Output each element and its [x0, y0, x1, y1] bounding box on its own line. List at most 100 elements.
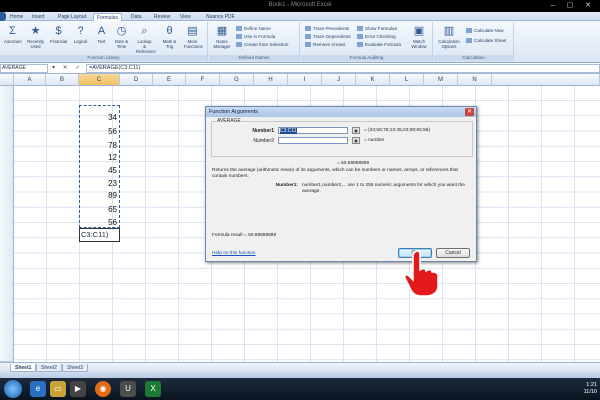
column-header-c[interactable]: C [79, 74, 120, 86]
range-select-icon: ▣ [354, 128, 358, 133]
math-trig-button[interactable]: θ Math & Trig [161, 24, 178, 52]
column-header-b[interactable]: B [46, 74, 79, 86]
error-checking-button[interactable]: Error Checking [357, 33, 396, 40]
selection-marquee [79, 105, 120, 228]
number1-label: Number1 [252, 128, 274, 134]
column-header-h[interactable]: H [254, 74, 288, 86]
lookup-reference-button[interactable]: ⌕ Lookup & Reference [136, 24, 156, 54]
window-title-bar: Book1 - Microsoft Excel – ▢ ✕ [0, 0, 600, 12]
tab-nuance-pdf[interactable]: Nuance PDF [203, 13, 238, 21]
start-button[interactable] [4, 380, 22, 398]
column-header-d[interactable]: D [120, 74, 153, 86]
number1-collapse-button[interactable]: ▣ [352, 127, 360, 134]
folder-icon[interactable]: ▭ [50, 381, 66, 397]
column-header-f[interactable]: F [186, 74, 220, 86]
clock-time: 1:21 [586, 382, 597, 388]
trace-precedents-button[interactable]: Trace Precedents [305, 25, 349, 32]
calculate-sheet-icon [466, 38, 472, 44]
trace-dependents-icon [305, 34, 311, 40]
row-headers[interactable] [0, 86, 14, 362]
arguments-group: AVERAGE Number1 C3:C11 ▣ = {34;56;78;12;… [211, 118, 473, 157]
watch-window-button[interactable]: ▣ Watch Window [408, 24, 430, 52]
internet-explorer-icon[interactable]: e [30, 381, 46, 397]
define-name-button[interactable]: Define Name [236, 25, 271, 32]
excel-icon[interactable]: X [145, 381, 161, 397]
more-functions-button[interactable]: ▤ More Functions [184, 24, 203, 52]
app-u-icon[interactable]: U [120, 381, 136, 397]
remove-arrows-button[interactable]: Remove Arrows [305, 41, 345, 48]
calculation-options-button[interactable]: ▥ Calculation Options [436, 24, 462, 52]
column-header-l[interactable]: L [390, 74, 424, 86]
column-header-a[interactable]: A [14, 74, 46, 86]
defined-names-label: Defined Names [209, 55, 299, 61]
tab-home[interactable]: Home [7, 13, 26, 21]
ribbon: Σ AutoSum ★ Recently Used $ Financial ? Logi… [0, 21, 600, 63]
help-on-function-link[interactable]: Help on this function [212, 251, 255, 256]
calculate-now-button[interactable]: Calculate Now [466, 27, 504, 34]
name-tag-icon: ▦ [216, 25, 228, 37]
number2-collapse-button[interactable]: ▣ [352, 137, 360, 144]
range-select-icon: ▣ [354, 138, 358, 143]
name-manager-button[interactable]: ▦ Name Manager [212, 24, 232, 52]
sheet-tab-bar: Sheet1 Sheet2 Sheet3 [0, 362, 600, 372]
select-all-corner[interactable] [0, 74, 14, 86]
text-button[interactable]: A Text [93, 24, 110, 52]
autosum-button[interactable]: Σ AutoSum [4, 24, 22, 52]
sheet-tab-2[interactable]: Sheet2 [36, 364, 62, 372]
column-header-k[interactable]: K [356, 74, 390, 86]
create-from-selection-button[interactable]: Create from Selection [236, 41, 288, 48]
name-box[interactable]: AVERAGE [0, 64, 48, 73]
tab-page-layout[interactable]: Page Layout [55, 13, 89, 21]
function-arguments-dialog: Function Arguments ✕ AVERAGE Number1 C3:… [205, 106, 477, 262]
tab-view[interactable]: View [177, 13, 194, 21]
date-time-button[interactable]: ◷ Date & Time [113, 24, 130, 52]
column-header-j[interactable]: J [322, 74, 356, 86]
calculation-group: ▥ Calculation Options Calculate Now Calcu… [434, 22, 514, 61]
media-player-icon[interactable]: ▶ [70, 381, 86, 397]
column-header-g[interactable]: G [220, 74, 254, 86]
clock-date: 11/10 [583, 389, 597, 395]
calculate-now-icon [466, 28, 472, 34]
cell-c12-editing[interactable]: C3:C11) [79, 228, 120, 242]
financial-button[interactable]: $ Financial [50, 24, 67, 52]
taskbar: e ▭ ▶ ◉ U X 1:21 11/10 [0, 378, 600, 400]
column-header-n[interactable]: N [458, 74, 492, 86]
question-icon: ? [77, 25, 84, 37]
tab-formulas[interactable]: Formulas [93, 13, 122, 21]
argument-help-text: number1,number2,... are 1 to 255 numeric… [302, 183, 465, 194]
show-formulas-button[interactable]: Show Formulas [357, 25, 397, 32]
evaluate-formula-icon [357, 42, 363, 48]
formula-auditing-group: Trace Precedents Trace Dependents Remove… [301, 22, 433, 61]
use-in-formula-icon [236, 34, 242, 40]
calculate-sheet-button[interactable]: Calculate Sheet [466, 37, 506, 44]
function-name: AVERAGE [216, 118, 242, 124]
evaluate-formula-button[interactable]: Evaluate Formula [357, 41, 401, 48]
column-header-i[interactable]: I [288, 74, 322, 86]
window-title: Book1 - Microsoft Excel [268, 2, 332, 8]
column-header-e[interactable]: E [153, 74, 186, 86]
tab-review[interactable]: Review [151, 13, 173, 21]
number2-input[interactable] [278, 137, 348, 144]
formula-input[interactable]: =AVERAGE(C3:C11) [86, 64, 600, 73]
use-in-formula-button[interactable]: Use in Formula [236, 33, 275, 40]
cancel-button[interactable]: Cancel [436, 248, 470, 258]
calculation-label: Calculation [434, 55, 513, 61]
sheet-tab-3[interactable]: Sheet3 [62, 364, 88, 372]
list-icon: ▤ [187, 25, 198, 37]
formula-result: Formula result = 50.88888889 [212, 233, 277, 238]
trace-dependents-button[interactable]: Trace Dependents [305, 33, 351, 40]
recently-used-button[interactable]: ★ Recently Used [27, 24, 44, 52]
trace-precedents-icon [305, 26, 311, 32]
tab-data[interactable]: Data [128, 13, 145, 21]
sheet-tab-1[interactable]: Sheet1 [10, 364, 37, 372]
firefox-icon[interactable]: ◉ [95, 381, 111, 397]
number1-input[interactable]: C3:C11 [278, 127, 348, 134]
number2-label: Number2 [253, 138, 274, 144]
column-header-m[interactable]: M [424, 74, 458, 86]
logical-button[interactable]: ? Logical [72, 24, 89, 52]
dialog-close-button[interactable]: ✕ [465, 108, 474, 116]
window-controls[interactable]: – ▢ ✕ [551, 1, 596, 9]
office-button[interactable] [0, 12, 6, 21]
text-icon: A [97, 25, 106, 37]
tab-insert[interactable]: Insert [29, 13, 48, 21]
